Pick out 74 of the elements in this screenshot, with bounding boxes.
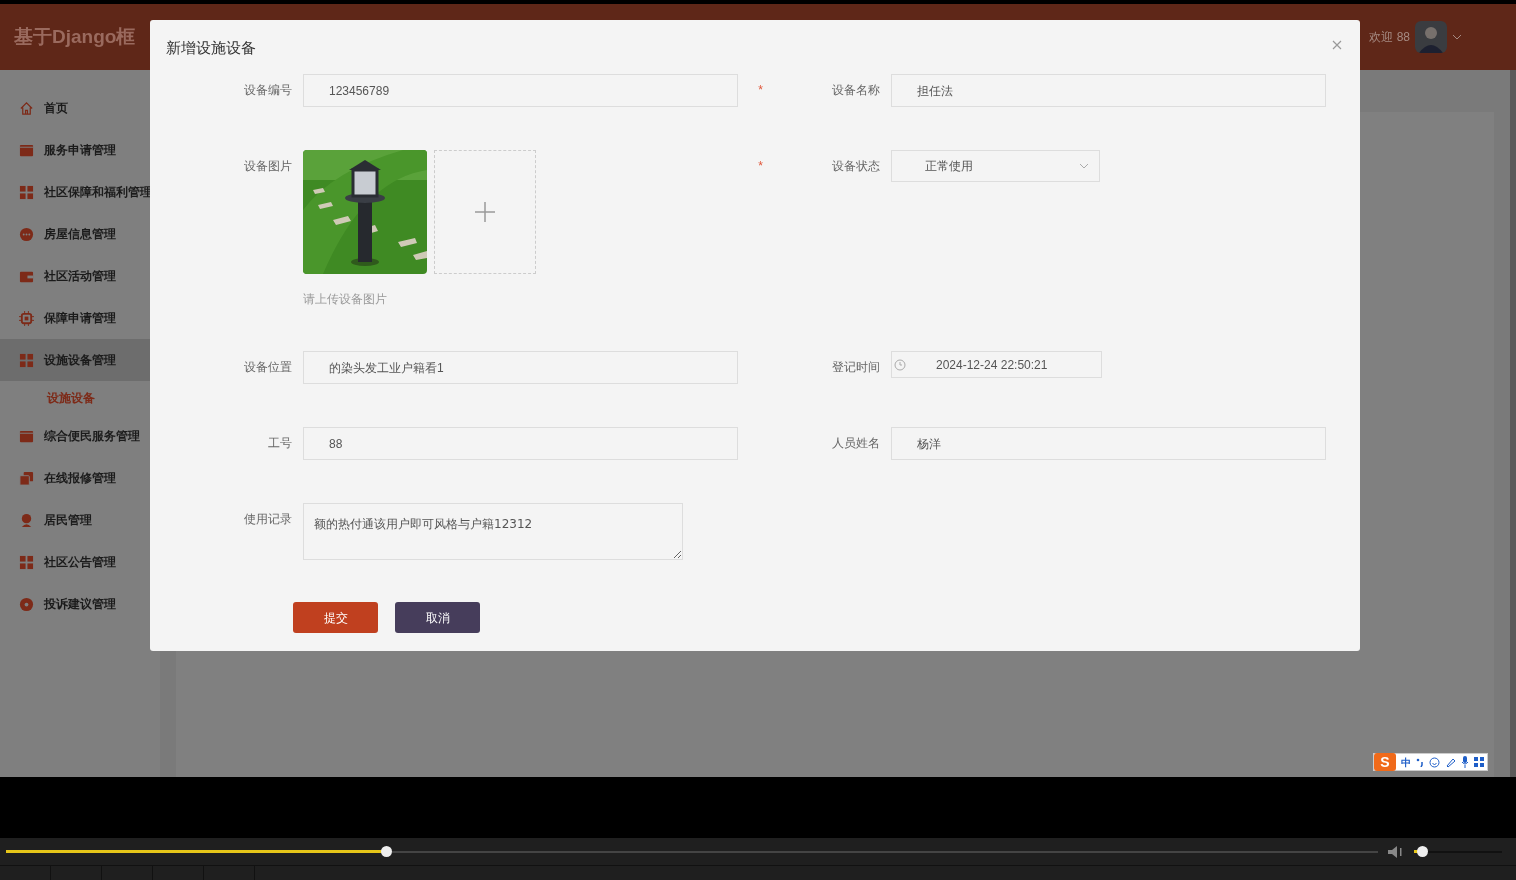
grid-icon[interactable]: [1474, 757, 1484, 767]
sidebar-item[interactable]: 投诉建议管理: [0, 583, 160, 625]
sidebar-label: 投诉建议管理: [44, 596, 116, 613]
close-button[interactable]: [1330, 38, 1344, 52]
sidebar-item[interactable]: 首页: [0, 87, 160, 129]
field-label: 人员姓名: [831, 435, 880, 452]
textarea-field[interactable]: 额的热付通该用户即可风格与户籍12312: [303, 503, 683, 560]
field-label: 设备状态: [831, 158, 880, 175]
upload-hint: 请上传设备图片: [303, 291, 388, 308]
app-title: 基于Django框: [14, 24, 136, 49]
grid-icon: [19, 352, 34, 368]
required-mark: *: [758, 82, 763, 99]
card-icon: [19, 428, 34, 444]
volume-icon[interactable]: [1388, 845, 1404, 858]
pen-icon[interactable]: [1445, 756, 1456, 768]
upload-tile[interactable]: [434, 150, 536, 274]
sidebar-item[interactable]: 综合便民服务管理: [0, 415, 160, 457]
card-icon: [19, 142, 34, 158]
grid-icon: [19, 184, 34, 200]
ime-toolbar[interactable]: S 中: [1373, 753, 1488, 771]
sidebar-item[interactable]: 保障申请管理: [0, 297, 160, 339]
sidebar-label: 社区活动管理: [44, 268, 116, 285]
cancel-button[interactable]: 取消: [395, 602, 480, 633]
sidebar-item[interactable]: 房屋信息管理: [0, 213, 160, 255]
sidebar-label: 保障申请管理: [44, 310, 116, 327]
field-label: 设备图片: [243, 158, 292, 175]
field-label: 设备位置: [243, 359, 292, 376]
required-mark: *: [758, 158, 763, 175]
field-label: 设备名称: [831, 82, 880, 99]
avatar[interactable]: [1415, 21, 1447, 53]
smiley-icon[interactable]: [1429, 756, 1440, 768]
home-icon: [19, 100, 34, 116]
chevron-down-icon[interactable]: [1452, 34, 1462, 40]
sidebar-label: 在线报修管理: [44, 470, 116, 487]
progress-handle[interactable]: [381, 845, 393, 857]
plus-icon: [475, 202, 495, 222]
person-icon: [19, 512, 34, 528]
ime-mode[interactable]: 中: [1401, 754, 1411, 770]
grid-icon: [19, 554, 34, 570]
clock-icon: [894, 358, 906, 371]
sidebar-label: 社区公告管理: [44, 554, 116, 571]
circle-icon: [19, 596, 34, 612]
input-field[interactable]: 88: [303, 427, 738, 460]
sidebar-item[interactable]: 服务申请管理: [0, 129, 160, 171]
field-label: 工号: [267, 435, 292, 452]
select-field[interactable]: 正常使用: [891, 150, 1100, 182]
welcome-text: 欢迎 88: [1369, 29, 1410, 46]
dialog-title: 新增设施设备: [166, 38, 256, 58]
sidebar-label: 综合便民服务管理: [44, 428, 140, 445]
field-label: 登记时间: [831, 359, 880, 376]
input-field[interactable]: 的染头发工业户籍看1: [303, 351, 738, 384]
sidebar-label: 设施设备管理: [44, 352, 116, 369]
submit-button[interactable]: 提交: [293, 602, 378, 633]
input-field[interactable]: 担任法: [891, 74, 1326, 107]
punctuation-icon[interactable]: [1416, 757, 1424, 767]
field-label: 使用记录: [243, 511, 292, 528]
field-label: 设备编号: [243, 82, 292, 99]
input-field[interactable]: 123456789: [303, 74, 738, 107]
sidebar-item[interactable]: 居民管理: [0, 499, 160, 541]
sidebar-label: 服务申请管理: [44, 142, 116, 159]
sidebar-label: 首页: [44, 100, 68, 117]
microphone-icon[interactable]: [1461, 756, 1469, 768]
circle-icon: [19, 226, 34, 242]
copy-icon: [19, 470, 34, 486]
chip-icon: [19, 310, 34, 326]
input-field[interactable]: 杨洋: [891, 427, 1326, 460]
sidebar-label: 房屋信息管理: [44, 226, 116, 243]
sidebar-item[interactable]: 社区公告管理: [0, 541, 160, 583]
date-field[interactable]: 2024-12-24 22:50:21: [891, 351, 1102, 378]
ime-logo[interactable]: S: [1374, 753, 1396, 771]
sidebar-item[interactable]: 在线报修管理: [0, 457, 160, 499]
chevron-down-icon: [1079, 163, 1089, 169]
sidebar-item[interactable]: 社区活动管理: [0, 255, 160, 297]
sidebar-label: 居民管理: [44, 512, 92, 529]
